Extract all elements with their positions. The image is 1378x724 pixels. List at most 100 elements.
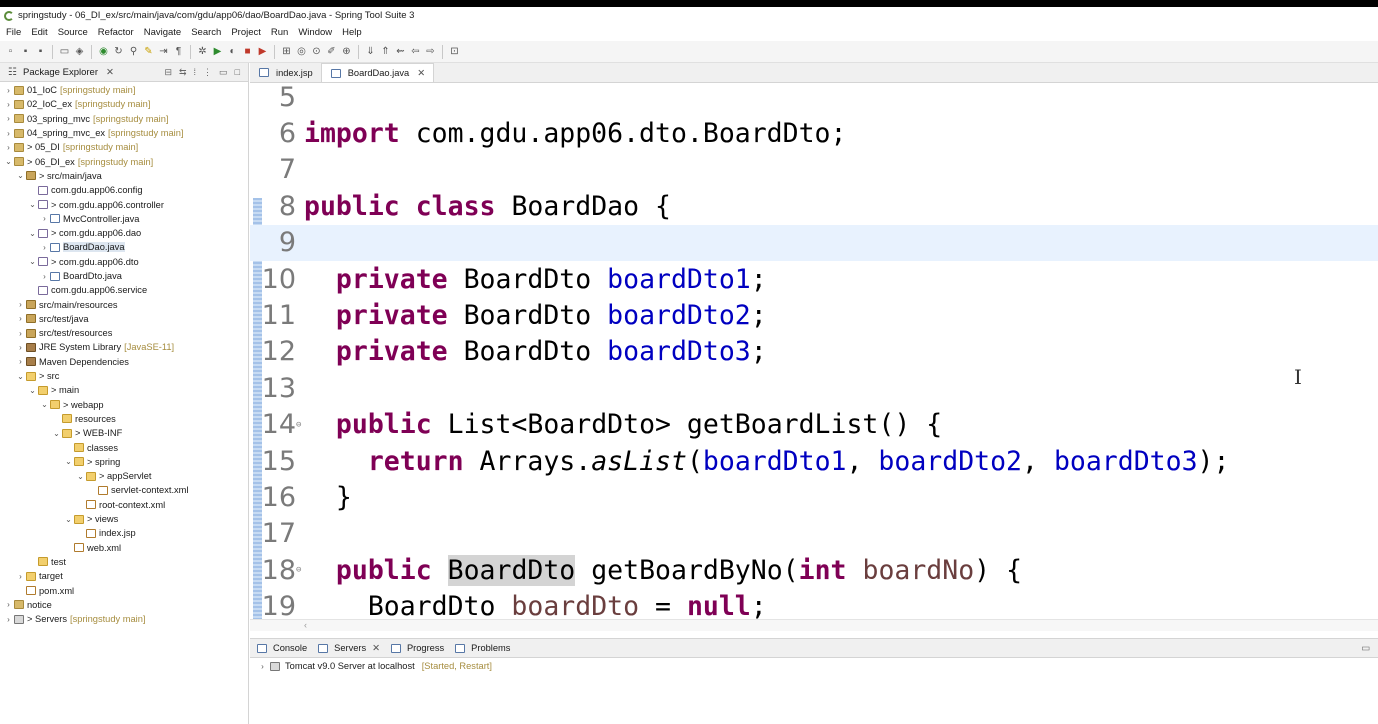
forward-icon[interactable]: ⇨ (424, 45, 437, 58)
expand-chevron-icon[interactable]: › (16, 343, 25, 352)
server-row[interactable]: › Tomcat v9.0 Server at localhost [Start… (250, 658, 1378, 674)
menu-item-project[interactable]: Project (231, 27, 261, 38)
tree-item[interactable]: › MvcController.java (0, 212, 248, 226)
link-editor-icon[interactable]: ⇆ (179, 67, 187, 78)
tree-item[interactable]: › 03_spring_mvc [springstudy main] (0, 112, 248, 126)
editor-tab[interactable]: index.jsp (250, 63, 321, 82)
skip-icon[interactable]: ⇥ (157, 45, 170, 58)
menu-item-source[interactable]: Source (58, 27, 88, 38)
last-edit-icon[interactable]: ⇜ (394, 45, 407, 58)
collapse-chevron-icon[interactable]: ⌄ (16, 372, 25, 381)
tree-item[interactable]: ⌄ > 06_DI_ex [springstudy main] (0, 154, 248, 168)
new-class-icon[interactable]: ◎ (295, 45, 308, 58)
tree-item[interactable]: ⌄ > com.gdu.app06.controller (0, 197, 248, 211)
expand-chevron-icon[interactable]: › (4, 100, 13, 109)
stop-icon[interactable]: ■ (241, 45, 254, 58)
expand-chevron-icon[interactable]: › (40, 243, 49, 252)
tree-item[interactable]: ⌄ > webapp (0, 398, 248, 412)
collapse-chevron-icon[interactable]: ⌄ (28, 257, 37, 266)
tree-item[interactable]: test (0, 555, 248, 569)
menu-item-refactor[interactable]: Refactor (98, 27, 134, 38)
open-task-icon[interactable]: ✐ (325, 45, 338, 58)
tree-item[interactable]: › > 05_DI [springstudy main] (0, 140, 248, 154)
tree-item[interactable]: ⌄ > views (0, 512, 248, 526)
menu-item-file[interactable]: File (6, 27, 21, 38)
tree-item[interactable]: index.jsp (0, 526, 248, 540)
tree-item[interactable]: › 04_spring_mvc_ex [springstudy main] (0, 126, 248, 140)
code-editor[interactable]: 5 6 import com.gdu.app06.dto.BoardDto; 7 8 pu… (250, 81, 1378, 621)
close-icon[interactable]: ✕ (106, 67, 114, 78)
pin-icon[interactable]: ⚲ (127, 45, 140, 58)
expand-chevron-icon[interactable]: › (16, 329, 25, 338)
expand-chevron-icon[interactable]: › (16, 300, 25, 309)
tree-item[interactable]: › target (0, 569, 248, 583)
expand-chevron-icon[interactable]: › (4, 114, 13, 123)
tree-item[interactable]: com.gdu.app06.config (0, 183, 248, 197)
menu-item-help[interactable]: Help (342, 27, 362, 38)
expand-chevron-icon[interactable]: › (40, 214, 49, 223)
tree-item[interactable]: com.gdu.app06.service (0, 283, 248, 297)
tree-item[interactable]: ⌄ > com.gdu.app06.dao (0, 226, 248, 240)
prev-annotation-icon[interactable]: ⇑ (379, 45, 392, 58)
close-icon[interactable]: ✕ (417, 68, 425, 79)
collapse-chevron-icon[interactable]: ⌄ (40, 400, 49, 409)
tree-item[interactable]: › 01_IoC [springstudy main] (0, 83, 248, 97)
external-tools-icon[interactable]: ▶ (256, 45, 269, 58)
collapse-chevron-icon[interactable]: ⌄ (52, 429, 61, 438)
save-all-icon[interactable]: ▪ (34, 45, 47, 58)
collapse-chevron-icon[interactable]: ⌄ (28, 200, 37, 209)
save-icon[interactable]: ▪ (19, 45, 32, 58)
back-icon[interactable]: ⇦ (409, 45, 422, 58)
tree-item[interactable]: ⌄ > src (0, 369, 248, 383)
boot-dashboard-icon[interactable]: ◉ (97, 45, 110, 58)
expand-chevron-icon[interactable]: › (4, 86, 13, 95)
expand-chevron-icon[interactable]: › (16, 572, 25, 581)
tree-item[interactable]: › src/test/resources (0, 326, 248, 340)
tree-item[interactable]: servlet-context.xml (0, 483, 248, 497)
expand-chevron-icon[interactable]: › (16, 314, 25, 323)
tree-item[interactable]: ⌄ > WEB-INF (0, 426, 248, 440)
tree-item[interactable]: classes (0, 440, 248, 454)
collapse-chevron-icon[interactable]: ⌄ (64, 457, 73, 466)
tree-item[interactable]: ⌄ > main (0, 383, 248, 397)
collapse-chevron-icon[interactable]: ⌄ (76, 472, 85, 481)
toggle-mark-icon[interactable]: ◈ (73, 45, 86, 58)
next-annotation-icon[interactable]: ⇓ (364, 45, 377, 58)
menu-item-navigate[interactable]: Navigate (144, 27, 182, 38)
focus-icon[interactable]: ⁞ (194, 67, 197, 78)
bottom-tab-problems[interactable]: Problems (454, 643, 510, 653)
minimize-icon[interactable]: ▭ (1361, 643, 1370, 654)
tree-item[interactable]: › notice (0, 598, 248, 612)
editor-tab[interactable]: BoardDao.java ✕ (320, 63, 435, 82)
menu-item-search[interactable]: Search (191, 27, 221, 38)
debug-icon[interactable]: ✲ (196, 45, 209, 58)
open-type-icon[interactable]: ⊙ (310, 45, 323, 58)
expand-chevron-icon[interactable]: › (4, 143, 13, 152)
view-menu-icon[interactable]: ⋮ (203, 67, 212, 78)
tree-item[interactable]: › > Servers [springstudy main] (0, 612, 248, 626)
collapse-chevron-icon[interactable]: ⌄ (4, 157, 13, 166)
new-icon[interactable]: ▫ (4, 45, 17, 58)
tree-item[interactable]: › Maven Dependencies (0, 355, 248, 369)
expand-chevron-icon[interactable]: › (4, 600, 13, 609)
collapse-chevron-icon[interactable]: ⌄ (16, 171, 25, 180)
bottom-tab-servers[interactable]: Servers ✕ (317, 643, 380, 654)
collapse-chevron-icon[interactable]: ⌄ (28, 386, 37, 395)
menu-item-window[interactable]: Window (298, 27, 332, 38)
package-explorer-tab[interactable]: ☷ Package Explorer ✕ (6, 66, 114, 79)
bottom-tab-console[interactable]: Console (256, 643, 307, 653)
tree-item[interactable]: ⌄ > appServlet (0, 469, 248, 483)
search-icon[interactable]: ⊕ (340, 45, 353, 58)
menu-item-run[interactable]: Run (271, 27, 288, 38)
highlight-icon[interactable]: ✎ (142, 45, 155, 58)
tree-item[interactable]: › BoardDto.java (0, 269, 248, 283)
minimize-icon[interactable]: ▭ (219, 67, 228, 78)
menu-item-edit[interactable]: Edit (31, 27, 47, 38)
horizontal-scrollbar[interactable]: ‹ (250, 619, 1378, 631)
fold-toggle-icon[interactable]: ⊖ (296, 420, 304, 430)
new-package-icon[interactable]: ⊞ (280, 45, 293, 58)
fold-toggle-icon[interactable]: ⊖ (296, 565, 304, 575)
coverage-icon[interactable]: ◐ (226, 45, 239, 58)
tree-item[interactable]: root-context.xml (0, 498, 248, 512)
tree-item[interactable]: › 02_IoC_ex [springstudy main] (0, 97, 248, 111)
